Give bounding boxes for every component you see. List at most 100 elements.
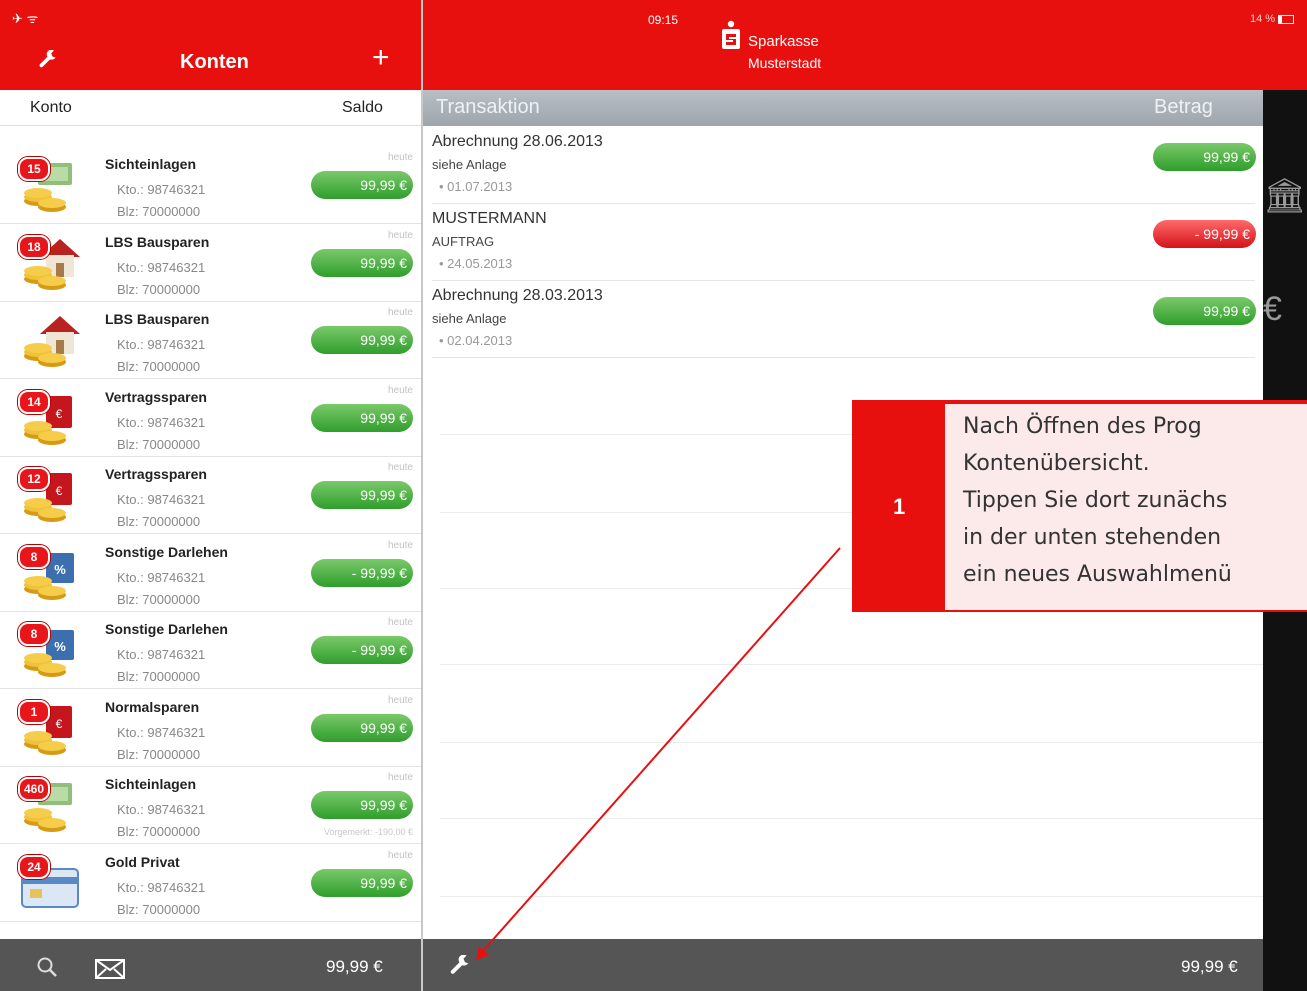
- house-coins-icon: [18, 312, 80, 368]
- transaction-subtitle: siehe Anlage: [432, 311, 507, 326]
- bank-icon[interactable]: 🏛: [1263, 176, 1306, 216]
- unread-count-badge: 12: [18, 467, 50, 491]
- account-row[interactable]: 460 Sichteinlagen Kto.: 98746321 Blz: 70000…: [0, 767, 421, 844]
- balance-pill: 99,99 €: [311, 868, 413, 897]
- callout-step-number: 1: [893, 494, 906, 519]
- battery-status: 14 %: [1250, 13, 1295, 25]
- unread-count-badge: 8: [18, 544, 50, 569]
- balance-date: heute: [387, 617, 413, 628]
- status-time: 09:15: [648, 13, 679, 27]
- balance-pill: 99,99 €: [311, 248, 413, 277]
- bank-code: Blz: 70000000: [117, 204, 201, 219]
- airplane-wifi-status-icon: ✈ ᯤ: [12, 11, 39, 26]
- wrench-icon[interactable]: [448, 955, 472, 979]
- callout-line: Nach Öffnen des Prog: [963, 414, 1202, 439]
- empty-row-divider: [440, 818, 1263, 819]
- callout-line: ein neues Auswahlmenü: [963, 562, 1232, 587]
- account-number: Kto.: 98746321: [117, 647, 206, 662]
- mail-icon[interactable]: [95, 959, 125, 979]
- account-number: Kto.: 98746321: [117, 802, 206, 817]
- unread-count-badge: 14: [18, 389, 50, 414]
- sparkasse-logo-icon: [722, 20, 740, 49]
- account-name: LBS Bausparen: [105, 311, 210, 327]
- cash-coins-icon: 15: [18, 157, 80, 213]
- svg-text:%: %: [54, 639, 66, 654]
- transaction-amount-pill: - 99,99 €: [1153, 220, 1256, 248]
- bank-code: Blz: 70000000: [117, 746, 201, 762]
- account-row[interactable]: €14 Vertragssparen Kto.: 98746321 Blz: 7000…: [0, 380, 421, 457]
- credit-card-icon: 24: [18, 854, 80, 911]
- account-name: Vertragssparen: [105, 466, 207, 482]
- savings-book-icon: €12: [18, 467, 80, 523]
- account-name: Normalsparen: [105, 698, 200, 715]
- transaction-date: • 24.05.2013: [439, 256, 513, 271]
- transaction-subtitle: AUFTRAG: [432, 234, 495, 249]
- balance-pill: 99,99 €: [311, 326, 413, 354]
- column-header-betrag: Betrag: [1154, 96, 1213, 118]
- transactions-total: 99,99 €: [1181, 957, 1238, 976]
- svg-text:€: €: [56, 717, 63, 731]
- account-row[interactable]: 15 Sichteinlagen Kto.: 98746321 Blz: 700000…: [0, 147, 421, 224]
- transaction-date: • 02.04.2013: [439, 333, 513, 348]
- transaction-row[interactable]: Abrechnung 28.03.2013 siehe Anlage • 02.04…: [423, 281, 1263, 358]
- balance-pill: 99,99 €: [311, 171, 413, 199]
- balance-date: heute: [387, 384, 413, 396]
- pending-note: Vorgemerkt: -190,00 €: [323, 827, 413, 837]
- unread-count-badge: 24: [18, 854, 50, 879]
- account-name: Sichteinlagen: [105, 156, 197, 172]
- bank-code: Blz: 70000000: [117, 436, 201, 452]
- account-row[interactable]: % 8 Sonstige Darlehen Kto.: 98746321 Blz: 70…: [0, 612, 421, 689]
- page-title: Konten: [180, 51, 249, 73]
- euro-transfer-icon[interactable]: €: [1263, 290, 1282, 329]
- unread-count-badge: 15: [18, 157, 50, 181]
- column-header-transaktion: Transaktion: [436, 96, 540, 118]
- account-row[interactable]: 18 LBS Bausparen Kto.: 98746321 Blz: 700000…: [0, 225, 421, 302]
- svg-text:€: €: [56, 484, 63, 498]
- transaction-row[interactable]: Abrechnung 28.06.2013 siehe Anlage • 01.07…: [423, 127, 1263, 204]
- account-number: Kto.: 98746321: [117, 182, 206, 197]
- transactions-header: [423, 90, 1263, 126]
- add-account-button[interactable]: +: [372, 43, 390, 73]
- account-number: Kto.: 98746321: [117, 414, 206, 430]
- bank-code: Blz: 70000000: [117, 591, 201, 607]
- column-header-konto: Konto: [30, 99, 72, 116]
- account-number: Kto.: 98746321: [117, 724, 206, 740]
- account-row[interactable]: 24 Gold Privat Kto.: 98746321 Blz: 70000000…: [0, 845, 421, 922]
- callout-text-box: Nach Öffnen des Prog Kontenübersicht. Ti…: [945, 404, 1307, 610]
- account-number: Kto.: 98746321: [117, 569, 206, 585]
- bank-code: Blz: 70000000: [117, 359, 201, 374]
- loan-percent-icon: % 8: [18, 622, 80, 678]
- empty-row-divider: [440, 742, 1263, 743]
- transaction-amount-pill: 99,99 €: [1153, 297, 1256, 325]
- accounts-total: 99,99 €: [326, 957, 383, 976]
- settings-wrench-icon[interactable]: [37, 50, 59, 72]
- account-row[interactable]: % 8 Sonstige Darlehen Kto.: 98746321 Blz: 70…: [0, 535, 421, 612]
- callout-line: in der unten stehenden: [963, 525, 1222, 550]
- bank-code: Blz: 70000000: [117, 669, 201, 684]
- row-divider: [0, 920, 421, 922]
- transaction-amount-pill: 99,99 €: [1153, 143, 1256, 171]
- account-number: Kto.: 98746321: [117, 879, 206, 895]
- empty-row-divider: [440, 664, 1263, 665]
- transaction-row[interactable]: MUSTERMANN AUFTRAG • 24.05.2013 - 99,99 €: [423, 204, 1263, 281]
- brand-name: Sparkasse: [748, 33, 819, 50]
- savings-book-icon: €14: [18, 389, 80, 446]
- house-coins-icon: [24, 316, 80, 367]
- account-row[interactable]: €1 Normalsparen Kto.: 98746321 Blz: 7000000…: [0, 690, 421, 767]
- transaction-date: • 01.07.2013: [439, 179, 513, 194]
- right-toolbar: [423, 939, 1263, 991]
- balance-date: heute: [387, 539, 413, 551]
- bank-code: Blz: 70000000: [117, 514, 201, 529]
- empty-row-divider: [440, 896, 1263, 897]
- account-number: Kto.: 98746321: [117, 337, 206, 352]
- account-row[interactable]: LBS Bausparen Kto.: 98746321 Blz: 70000000…: [0, 302, 421, 379]
- balance-date: heute: [387, 229, 413, 241]
- callout-line: Tippen Sie dort zunächs: [963, 488, 1228, 513]
- balance-date: heute: [387, 307, 413, 318]
- search-icon[interactable]: [35, 955, 59, 979]
- account-name: LBS Bausparen: [105, 233, 210, 250]
- balance-pill: 99,99 €: [311, 791, 413, 819]
- account-row[interactable]: €12 Vertragssparen Kto.: 98746321 Blz: 7000…: [0, 457, 421, 534]
- transaction-subtitle: siehe Anlage: [432, 157, 507, 172]
- balance-date: heute: [387, 152, 413, 163]
